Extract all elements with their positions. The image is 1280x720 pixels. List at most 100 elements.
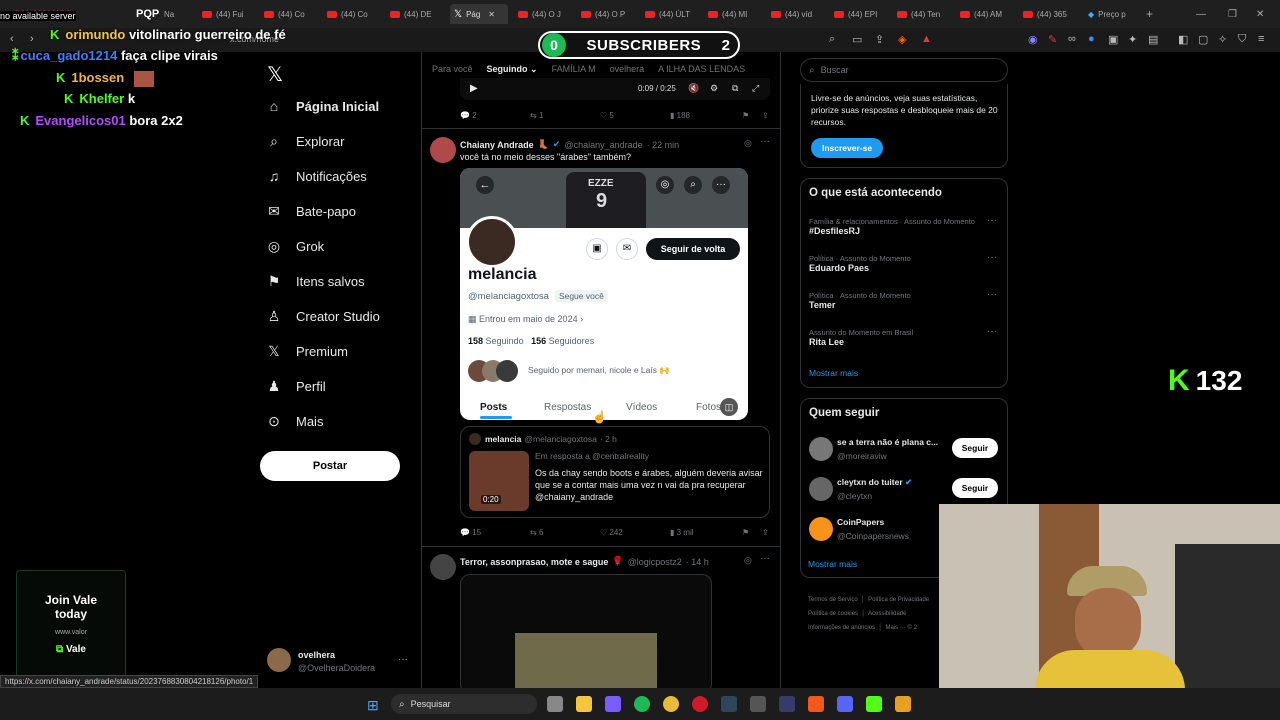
settings-icon[interactable]: ⚙ [710, 83, 718, 94]
trend-menu-icon[interactable]: ··· [987, 215, 997, 226]
browser-tab[interactable]: (44) Co [327, 4, 383, 24]
account-menu-icon[interactable]: ··· [398, 654, 408, 665]
tab-ovelhera[interactable]: ovelhera [610, 64, 645, 75]
browser-tab[interactable]: (44) Co [264, 4, 320, 24]
puzzle-icon[interactable]: ✦ [1128, 33, 1137, 46]
windows-start-icon[interactable]: ⊞ [367, 697, 379, 714]
tab-familia[interactable]: FAMÍLIA M [552, 64, 596, 75]
nav-home[interactable]: ⌂ Página Inicial [266, 98, 379, 114]
like-stat[interactable]: ♡ 242 [600, 528, 623, 537]
forward-icon[interactable]: › [30, 33, 34, 45]
trend-item[interactable]: Assunto do Momento em Brasil Rita Lee [809, 328, 999, 347]
brave-icon[interactable] [808, 696, 824, 712]
tab-for-you[interactable]: Para você [432, 64, 473, 75]
trend-item[interactable]: Política · Assunto do Momento Eduardo Pa… [809, 254, 999, 273]
nav-bookmarks[interactable]: ⚑ Itens salvos [266, 273, 365, 290]
reply-stat[interactable]: 💬 2 [460, 111, 477, 120]
mute-icon[interactable]: 🔇 [688, 83, 699, 94]
app-icon[interactable] [779, 696, 795, 712]
post-avatar[interactable] [430, 137, 456, 163]
apps-icon[interactable] [605, 696, 621, 712]
restore-icon[interactable]: ❐ [1228, 4, 1240, 24]
back-icon[interactable]: ‹ [10, 33, 14, 45]
post-author-name[interactable]: Terror, assonprasao, mote e sague [460, 557, 608, 567]
task-view-icon[interactable] [547, 696, 563, 712]
brave-shield-icon[interactable]: ◈ [898, 33, 906, 46]
bookmark-icon[interactable]: ⚑ [742, 111, 749, 120]
spotify-icon[interactable] [634, 696, 650, 712]
extension-icon[interactable]: ▣ [1108, 33, 1118, 46]
post-menu-icon[interactable]: ··· [760, 553, 770, 564]
extension-icon[interactable]: ◉ [1028, 33, 1038, 46]
fullscreen-icon[interactable]: ⤢ [752, 83, 759, 94]
taskbar-search[interactable]: ⌕ Pesquisar [391, 694, 537, 714]
extension-icon[interactable]: ✎ [1048, 33, 1057, 46]
browser-tab[interactable]: ◆ Preço p [1088, 4, 1138, 24]
opera-icon[interactable] [692, 696, 708, 712]
bookmark-icon[interactable]: ⚑ [742, 528, 749, 537]
tab-following[interactable]: Seguindo ⌄ [487, 64, 538, 75]
trend-item[interactable]: Política · Assunto do Momento Temer [809, 291, 999, 310]
nav-more[interactable]: ⊙ Mais [266, 413, 323, 430]
vpn-icon[interactable]: ⛉ [1238, 33, 1246, 46]
browser-tab[interactable]: Na [164, 4, 194, 24]
post-author-name[interactable]: Chaiany Andrade [460, 140, 534, 150]
nav-grok[interactable]: ◎ Grok [266, 238, 324, 255]
repost-stat[interactable]: ⇆ 1 [530, 111, 543, 120]
sidebar-icon[interactable]: ◧ [1178, 33, 1188, 46]
account-name[interactable]: ovelhera [298, 650, 335, 660]
browser-tab[interactable]: (44) Ten [897, 4, 953, 24]
post-menu-icon[interactable]: ··· [760, 136, 770, 147]
pip-icon[interactable]: ⧉ [732, 83, 738, 94]
browser-tab[interactable]: (44) AM [960, 4, 1016, 24]
trend-menu-icon[interactable]: ··· [987, 326, 997, 337]
new-tab-button[interactable]: + [1146, 4, 1158, 24]
search-box[interactable]: ⌕ Buscar [800, 58, 1008, 82]
browser-tab[interactable]: (44) Fui [202, 4, 258, 24]
share-icon[interactable]: ⇪ [762, 111, 769, 120]
browser-tab[interactable]: (44) 365 [1023, 4, 1079, 24]
quoted-post[interactable]: melancia @melanciagoxtosa · 2 h 0:20 Em … [460, 426, 770, 518]
leo-ai-icon[interactable]: ✧ [1218, 33, 1227, 46]
follow-button[interactable]: Seguir [952, 478, 998, 498]
nav-creator-studio[interactable]: ♙ Creator Studio [266, 308, 380, 325]
footer-link[interactable]: Política de Privacidade [868, 597, 929, 603]
nav-chat[interactable]: ✉ Bate-papo [266, 203, 356, 220]
share-icon[interactable]: ⇪ [762, 528, 769, 537]
nav-notifications[interactable]: ♫ Notificações [266, 168, 367, 184]
app-icon[interactable] [750, 696, 766, 712]
browser-tab[interactable]: (44) O P [581, 4, 637, 24]
browser-tab[interactable]: (44) ÚLT [645, 4, 701, 24]
suggestion-avatar[interactable] [809, 477, 833, 501]
chrome-icon[interactable] [663, 696, 679, 712]
post-avatar[interactable] [430, 554, 456, 580]
nav-profile[interactable]: ♟ Perfil [266, 378, 326, 395]
browser-tab-active[interactable]: 𝕏 Pág ✕ [450, 4, 508, 24]
footer-link[interactable]: Acessibilidade [868, 611, 906, 617]
tab-ilha-das-lendas[interactable]: A ILHA DAS LENDAS [658, 64, 745, 75]
kick-icon[interactable] [866, 696, 882, 712]
subscribe-button[interactable]: Inscrever-se [811, 138, 883, 158]
suggestion-avatar[interactable] [809, 437, 833, 461]
app-icon[interactable] [895, 696, 911, 712]
post-button[interactable]: Postar [260, 451, 400, 481]
follow-button[interactable]: Seguir [952, 438, 998, 458]
menu-icon[interactable]: ≡ [1258, 33, 1264, 45]
file-explorer-icon[interactable] [576, 696, 592, 712]
rewards-icon[interactable]: ▲ [921, 33, 932, 45]
repost-stat[interactable]: ⇆ 6 [530, 528, 543, 537]
grok-icon[interactable]: ◎ [744, 555, 752, 566]
coinpapers-avatar[interactable] [809, 517, 833, 541]
trend-item[interactable]: Família & relacionamentos · Assunto do M… [809, 217, 999, 236]
browser-tab[interactable]: (44) O J [518, 4, 574, 24]
show-more-follow[interactable]: Mostrar mais [808, 559, 857, 569]
reply-stat[interactable]: 💬 15 [460, 528, 481, 537]
screen-icon[interactable]: ▭ [852, 33, 862, 46]
play-icon[interactable]: ▶ [470, 83, 478, 94]
minimize-icon[interactable]: — [1196, 4, 1208, 24]
x-logo-icon[interactable]: 𝕏 [267, 62, 283, 87]
post-video[interactable] [460, 574, 712, 688]
footer-link[interactable]: Mais ··· [885, 625, 905, 631]
footer-link[interactable]: Política de cookies [808, 611, 858, 617]
discord-icon[interactable] [837, 696, 853, 712]
